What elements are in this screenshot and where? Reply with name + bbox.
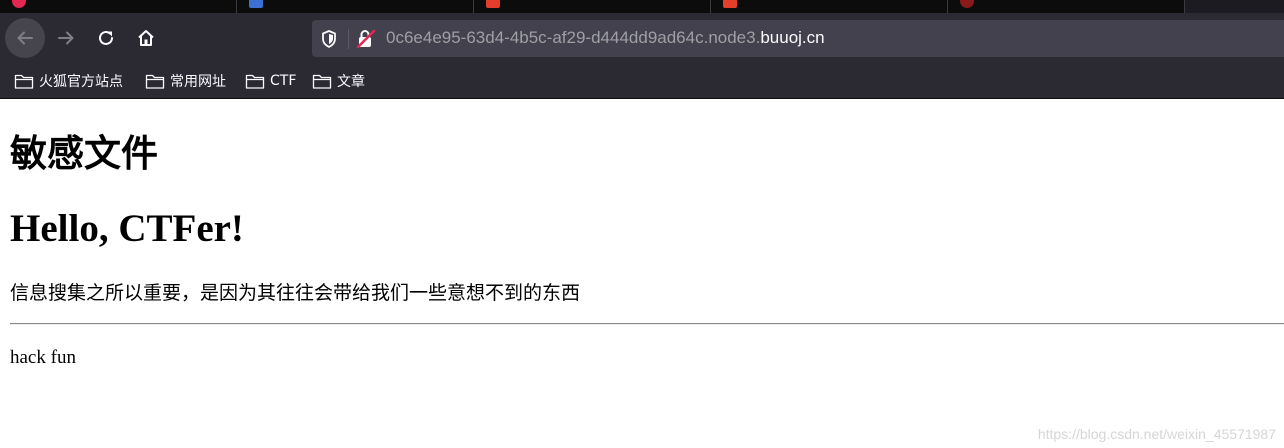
- greeting-heading: Hello, CTFer!: [10, 207, 244, 250]
- tab-favicon-icon: [723, 0, 737, 8]
- folder-icon: [312, 74, 332, 89]
- tab[interactable]: [237, 0, 474, 13]
- shield-icon[interactable]: [320, 29, 338, 54]
- arrow-right-icon: [58, 31, 74, 45]
- bookmark-folder[interactable]: 文章: [312, 70, 365, 92]
- bookmarks-toolbar: 火狐官方站点 常用网址 CTF 文章: [0, 63, 1284, 99]
- bookmark-folder[interactable]: CTF: [245, 70, 296, 92]
- tab[interactable]: [0, 0, 237, 13]
- reload-button[interactable]: [86, 18, 126, 58]
- watermark: https://blog.csdn.net/weixin_45571987: [1037, 426, 1276, 442]
- tab[interactable]: [711, 0, 948, 13]
- tab-strip-tabs: [0, 0, 1185, 13]
- reload-icon: [99, 30, 113, 45]
- page-title: 敏感文件: [10, 132, 158, 175]
- tab[interactable]: [948, 0, 1185, 13]
- url-bar[interactable]: 0c6e4e95-63d4-4b5c-af29-d444dd9ad64c.nod…: [312, 20, 1284, 57]
- home-button[interactable]: [126, 18, 166, 58]
- url-separator: [348, 29, 349, 49]
- footer-text: hack fun: [10, 347, 76, 368]
- tab[interactable]: [474, 0, 711, 13]
- intro-paragraph: 信息搜集之所以重要，是因为其往往会带给我们一些意想不到的东西: [10, 282, 581, 304]
- folder-icon: [14, 74, 34, 89]
- page-content: 敏感文件 Hello, CTFer! 信息搜集之所以重要，是因为其往往会带给我们…: [0, 99, 1284, 448]
- home-icon: [138, 30, 154, 46]
- tab-strip: [0, 0, 1284, 13]
- forward-button[interactable]: [46, 18, 86, 58]
- bookmark-folder[interactable]: 常用网址: [145, 70, 226, 92]
- bookmark-folder[interactable]: 火狐官方站点: [14, 70, 123, 92]
- url-domain: buuoj.cn: [760, 28, 825, 47]
- url-text[interactable]: 0c6e4e95-63d4-4b5c-af29-d444dd9ad64c.nod…: [386, 28, 825, 48]
- tab-favicon-icon: [249, 0, 263, 8]
- insecure-lock-icon[interactable]: [356, 28, 376, 55]
- bookmark-label: 火狐官方站点: [39, 74, 123, 90]
- folder-icon: [145, 74, 165, 89]
- bookmark-label: CTF: [270, 73, 297, 89]
- back-button[interactable]: [5, 18, 45, 58]
- bookmark-label: 文章: [337, 74, 365, 90]
- tab-favicon-icon: [12, 0, 26, 8]
- tab-favicon-icon: [960, 0, 974, 8]
- tab-favicon-icon: [486, 0, 500, 8]
- horizontal-rule: [10, 323, 1284, 325]
- folder-icon: [245, 74, 265, 89]
- url-subdomain: 0c6e4e95-63d4-4b5c-af29-d444dd9ad64c.nod…: [386, 28, 761, 47]
- arrow-left-icon: [17, 31, 33, 45]
- bookmark-label: 常用网址: [170, 74, 226, 90]
- navigation-toolbar: 0c6e4e95-63d4-4b5c-af29-d444dd9ad64c.nod…: [0, 13, 1284, 63]
